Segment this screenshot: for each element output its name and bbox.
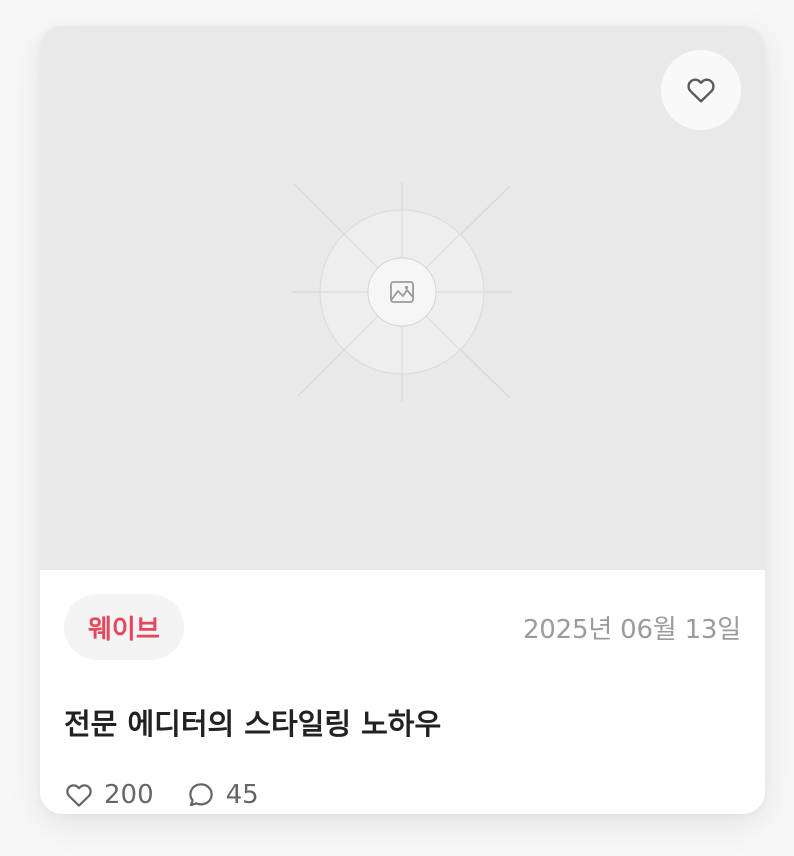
- image-placeholder-graphic: [292, 182, 512, 402]
- card-title[interactable]: 전문 에디터의 스타일링 노하우: [64, 704, 741, 744]
- category-chip[interactable]: 웨이브: [64, 594, 184, 660]
- favorite-button[interactable]: [661, 50, 741, 130]
- comment-stat[interactable]: 45: [186, 780, 259, 810]
- comment-count: 45: [225, 780, 259, 810]
- speech-bubble-icon: [188, 783, 213, 807]
- like-count: 200: [104, 780, 154, 810]
- stats-row: 200 45: [64, 780, 291, 810]
- thumbnail-placeholder: [40, 26, 765, 570]
- heart-outline-icon: [66, 784, 92, 807]
- publish-date: 2025년 06월 13일: [522, 614, 741, 645]
- like-stat[interactable]: 200: [64, 780, 154, 810]
- meta-row: 웨이브 2025년 06월 13일: [64, 594, 741, 660]
- card-body: 웨이브 2025년 06월 13일 전문 에디터의 스타일링 노하우 200 4…: [40, 570, 765, 814]
- heart-outline-icon: [687, 78, 715, 103]
- content-card[interactable]: 웨이브 2025년 06월 13일 전문 에디터의 스타일링 노하우 200 4…: [40, 26, 765, 814]
